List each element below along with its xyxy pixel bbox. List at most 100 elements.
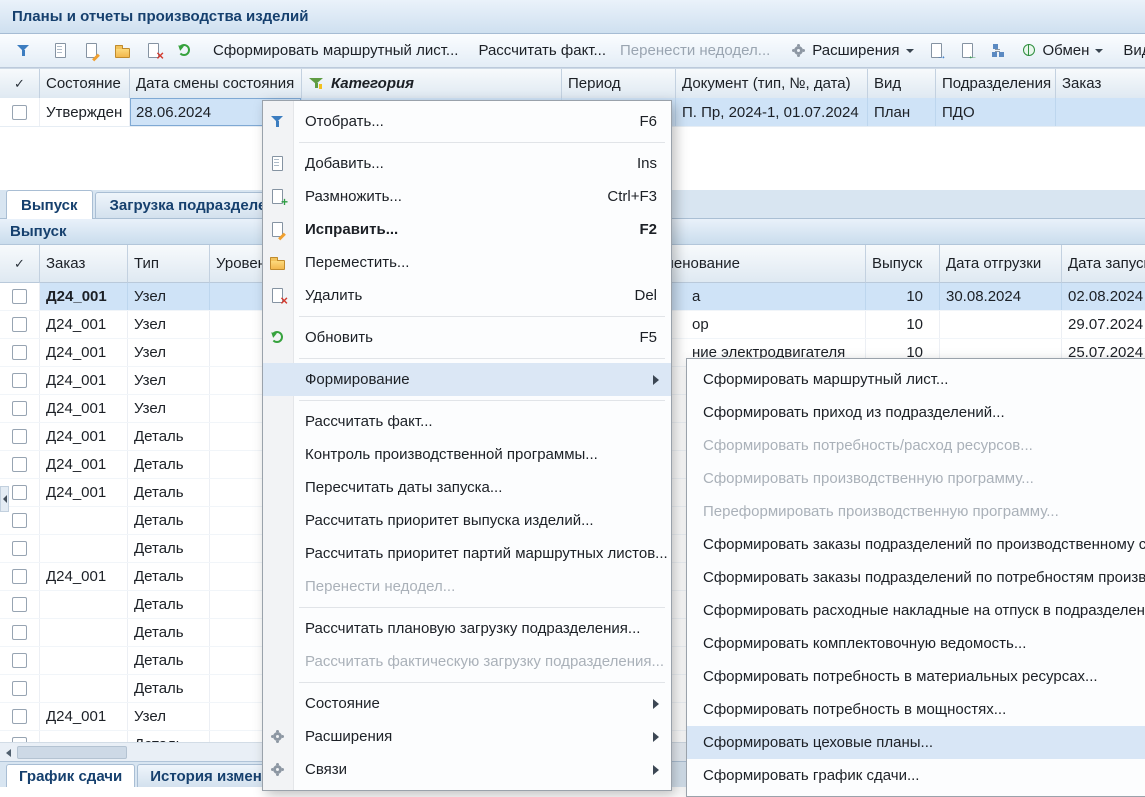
toolbar-item[interactable]: Расширения <box>783 38 920 64</box>
submenu-item[interactable]: Сформировать заказы подразделений по пот… <box>687 561 1145 594</box>
submenu-item[interactable]: Переформировать производственную програм… <box>687 495 1145 528</box>
column-header-document[interactable]: Документ (тип, №, дата) <box>676 69 868 99</box>
column-header-ship-date[interactable]: Дата отгрузки <box>940 245 1062 283</box>
row-checkbox[interactable] <box>12 709 27 724</box>
column-header-check[interactable]: ✓ <box>0 69 40 99</box>
row-checkbox[interactable] <box>12 289 27 304</box>
toolbar-item[interactable] <box>921 38 952 64</box>
column-header-state-date[interactable]: Дата смены состояния <box>130 69 302 99</box>
menu-item-label: Контроль производственной программы... <box>305 446 598 463</box>
row-checkbox[interactable] <box>12 653 27 668</box>
menu-item[interactable]: Размножить...Ctrl+F3 <box>263 180 671 213</box>
menu-item[interactable]: Перенести недодел... <box>263 570 671 603</box>
tab-vypusk[interactable]: Выпуск <box>6 190 93 219</box>
submenu-item[interactable]: Сформировать маршрутный лист... <box>687 363 1145 396</box>
column-header-order[interactable]: Заказ <box>1056 69 1145 99</box>
column-header-launch-date[interactable]: Дата запуска <box>1062 245 1145 283</box>
cell-check <box>0 563 40 590</box>
row-checkbox[interactable] <box>12 345 27 360</box>
toolbar-item[interactable] <box>983 38 1014 64</box>
doc-delete-icon <box>145 42 162 59</box>
submenu-item[interactable]: Сформировать комплектовочную ведомость..… <box>687 627 1145 660</box>
toolbar-item[interactable]: Вид <box>1116 38 1145 64</box>
toolbar-item[interactable] <box>8 38 39 64</box>
cell-check <box>0 591 40 618</box>
toolbar-item[interactable] <box>138 38 169 64</box>
toolbar-item[interactable] <box>45 38 76 64</box>
row-checkbox[interactable] <box>12 457 27 472</box>
tab-grafik-sdachi[interactable]: График сдачи <box>6 764 135 787</box>
column-header-check[interactable]: ✓ <box>0 245 40 283</box>
menu-item[interactable]: Переместить... <box>263 246 671 279</box>
toolbar-item[interactable]: Рассчитать факт... <box>471 38 613 64</box>
menu-item[interactable]: Добавить...Ins <box>263 147 671 180</box>
submenu-item[interactable]: Сформировать расходные накладные на отпу… <box>687 594 1145 627</box>
column-header-type[interactable]: Тип <box>128 245 210 283</box>
row-checkbox[interactable] <box>12 597 27 612</box>
cell-type: Узел <box>128 339 210 366</box>
submenu-item[interactable]: Сформировать потребность/расход ресурсов… <box>687 429 1145 462</box>
column-header-qty[interactable]: Выпуск <box>866 245 940 283</box>
doc-export-icon <box>928 42 945 59</box>
submenu-item[interactable]: Сформировать потребность в мощностях... <box>687 693 1145 726</box>
row-checkbox[interactable] <box>12 569 27 584</box>
toolbar-item[interactable]: Сформировать маршрутный лист... <box>206 38 465 64</box>
menu-item[interactable]: Контроль производственной программы... <box>263 438 671 471</box>
toolbar-item[interactable] <box>76 38 107 64</box>
menu-item[interactable]: Рассчитать приоритет партий маршрутных л… <box>263 537 671 570</box>
toolbar-item[interactable] <box>952 38 983 64</box>
menu-item[interactable]: Расширения <box>263 720 671 753</box>
row-checkbox[interactable] <box>12 105 27 120</box>
column-header-division[interactable]: Подразделения <box>936 69 1056 99</box>
toolbar-item[interactable] <box>107 38 138 64</box>
column-header-state[interactable]: Состояние <box>40 69 130 99</box>
scroll-left-arrow-icon[interactable] <box>0 744 17 761</box>
cell-check <box>0 367 40 394</box>
row-checkbox[interactable] <box>12 373 27 388</box>
row-checkbox[interactable] <box>12 541 27 556</box>
menu-item[interactable]: Пересчитать даты запуска... <box>263 471 671 504</box>
submenu-item[interactable]: Сформировать производственную программу.… <box>687 462 1145 495</box>
column-header-order[interactable]: Заказ <box>40 245 128 283</box>
menu-item[interactable]: Рассчитать факт... <box>263 405 671 438</box>
scrollbar-thumb[interactable] <box>17 746 127 759</box>
menu-item[interactable]: Исправить...F2 <box>263 213 671 246</box>
menu-item[interactable]: Связи <box>263 753 671 786</box>
toolbar-item[interactable]: Перенести недодел... <box>613 38 777 64</box>
row-checkbox[interactable] <box>12 681 27 696</box>
menu-item[interactable]: Формирование <box>263 363 671 396</box>
globe-icon <box>1021 42 1038 59</box>
menu-item[interactable]: Рассчитать фактическую загрузку подразде… <box>263 645 671 678</box>
column-header-category[interactable]: Категория <box>302 69 562 99</box>
row-checkbox[interactable] <box>12 625 27 640</box>
row-checkbox[interactable] <box>12 317 27 332</box>
menu-item[interactable]: Рассчитать приоритет выпуска изделий... <box>263 504 671 537</box>
cell-document: П. Пр, 2024-1, 01.07.2024 <box>676 98 868 126</box>
menu-item[interactable]: ОбновитьF5 <box>263 321 671 354</box>
submenu-item[interactable]: Сформировать приход из подразделений... <box>687 396 1145 429</box>
row-checkbox[interactable] <box>12 429 27 444</box>
menu-item-shortcut: Del <box>606 287 657 304</box>
menu-item-shortcut: Ctrl+F3 <box>579 188 657 205</box>
toolbar-item[interactable] <box>169 38 200 64</box>
submenu-item-label: Сформировать расходные накладные на отпу… <box>703 602 1145 619</box>
toolbar-item[interactable]: Обмен <box>1014 38 1111 64</box>
menu-item[interactable]: Состояние <box>263 687 671 720</box>
submenu-item[interactable]: Сформировать заказы подразделений по про… <box>687 528 1145 561</box>
submenu-item[interactable]: Сформировать цеховые планы... <box>687 726 1145 759</box>
collapse-panel-arrow-icon[interactable] <box>0 486 9 512</box>
menu-item[interactable]: Отобрать...F6 <box>263 105 671 138</box>
row-checkbox[interactable] <box>12 513 27 528</box>
submenu-item[interactable]: Сформировать потребность в материальных … <box>687 660 1145 693</box>
toolbar-item-label: Расширения <box>812 42 899 59</box>
hierarchy-icon <box>990 42 1007 59</box>
row-checkbox[interactable] <box>12 401 27 416</box>
column-header-kind[interactable]: Вид <box>868 69 936 99</box>
submenu-item[interactable]: Сформировать график сдачи... <box>687 759 1145 792</box>
cell-type: Деталь <box>128 647 210 674</box>
row-checkbox[interactable] <box>12 485 27 500</box>
menu-item[interactable]: УдалитьDel <box>263 279 671 312</box>
column-header-period[interactable]: Период <box>562 69 676 99</box>
cell-order <box>40 507 128 534</box>
menu-item[interactable]: Рассчитать плановую загрузку подразделен… <box>263 612 671 645</box>
